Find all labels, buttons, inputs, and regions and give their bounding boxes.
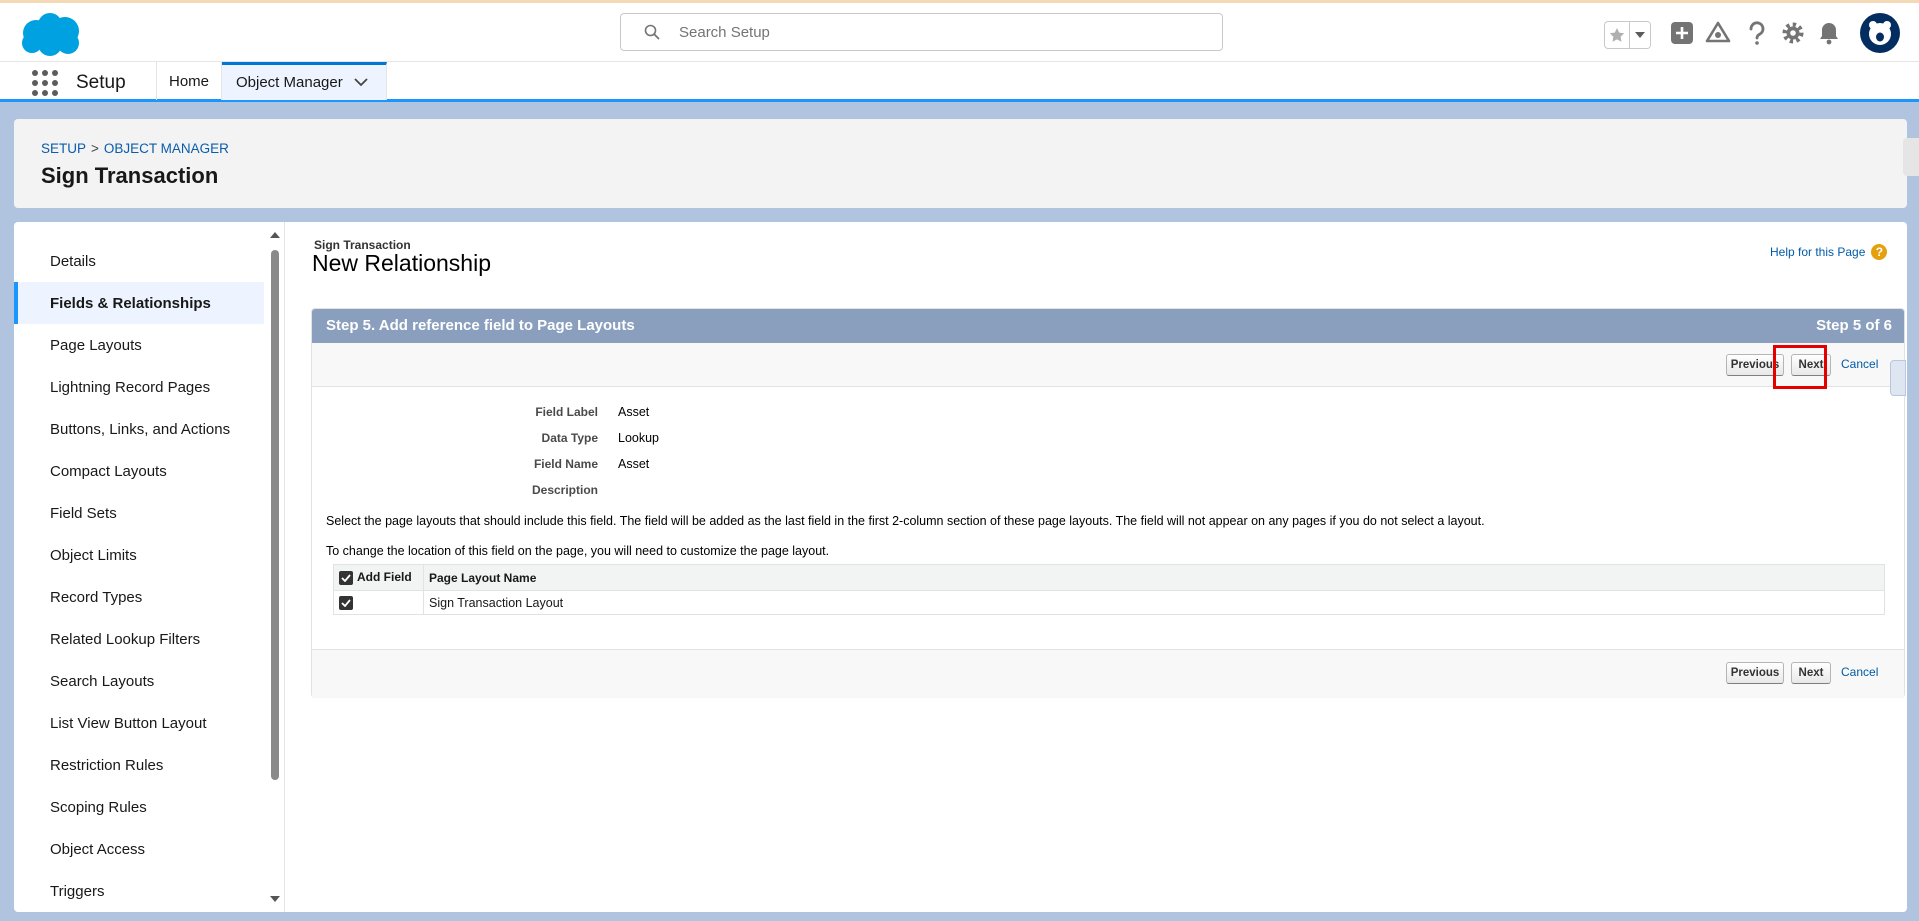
sidebar-item-record-types[interactable]: Record Types [14, 576, 264, 618]
field-row-data-type: Data Type Lookup [312, 431, 1212, 451]
notifications-bell-icon[interactable] [1815, 19, 1843, 47]
page-layout-name-cell: Sign Transaction Layout [429, 595, 564, 610]
sidebar-item-search-layouts[interactable]: Search Layouts [14, 660, 264, 702]
breadcrumb-separator: > [91, 141, 99, 156]
field-row-label: Field Label Asset [312, 405, 1212, 425]
trailhead-guidance-icon[interactable] [1704, 19, 1732, 47]
wizard-content: Sign Transaction New Relationship Help f… [298, 222, 1907, 912]
help-question-icon: ? [1871, 244, 1888, 260]
favorites-group [1604, 21, 1651, 49]
next-button-highlight [1773, 345, 1827, 389]
field-label-label: Field Label [535, 405, 598, 419]
app-launcher-icon[interactable] [32, 70, 58, 96]
add-field-header-label: Add Field [357, 570, 412, 585]
context-bar: Setup Home Object Manager [0, 61, 1919, 102]
user-avatar-icon[interactable] [1860, 13, 1900, 53]
collapse-panel-tab[interactable] [1890, 360, 1906, 396]
page-layouts-table: Add Field Page Layout Name Sign Transact… [333, 564, 1885, 615]
breadcrumb-setup[interactable]: SETUP [41, 141, 86, 156]
breadcrumb-object-manager[interactable]: OBJECT MANAGER [104, 141, 229, 156]
app-name: Setup [76, 72, 126, 93]
wizard-title: New Relationship [312, 250, 491, 276]
sidebar-item-list-view-button-layout[interactable]: List View Button Layout [14, 702, 264, 744]
instructions-note: To change the location of this field on … [326, 544, 830, 558]
salesforce-logo[interactable] [16, 11, 84, 59]
sidebar-item-field-sets[interactable]: Field Sets [14, 492, 264, 534]
checkmark-icon [341, 599, 351, 607]
add-field-cell [333, 590, 424, 615]
cancel-link[interactable]: Cancel [1841, 357, 1878, 371]
table-row: Sign Transaction Layout [333, 590, 1885, 615]
help-for-this-page-link[interactable]: Help for this Page ? [1770, 244, 1888, 260]
checkmark-icon [341, 574, 351, 582]
page-header: SETUP > OBJECT MANAGER Sign Transaction [14, 119, 1907, 208]
page-title: Sign Transaction [41, 163, 219, 188]
divider [284, 222, 285, 912]
sidebar-scrollbar[interactable] [268, 230, 282, 910]
main-card: Details Fields & Relationships Page Layo… [14, 222, 1907, 912]
step-count: Step 5 of 6 [1816, 317, 1892, 334]
sidebar-item-restriction-rules[interactable]: Restriction Rules [14, 744, 264, 786]
top-button-bar: Previous Next Cancel [312, 343, 1904, 387]
tab-object-manager-label: Object Manager [236, 74, 343, 91]
search-icon [644, 24, 660, 40]
add-field-header: Add Field [333, 564, 424, 591]
sidebar-item-buttons-links-actions[interactable]: Buttons, Links, and Actions [14, 408, 264, 450]
sidebar-item-object-access[interactable]: Object Access [14, 828, 264, 870]
sidebar-item-page-layouts[interactable]: Page Layouts [14, 324, 264, 366]
field-row-description: Description [312, 483, 1212, 503]
sidebar-item-fields-relationships[interactable]: Fields & Relationships [14, 282, 264, 324]
sidebar-item-details[interactable]: Details [14, 240, 264, 282]
chevron-down-icon[interactable] [354, 77, 368, 87]
scroll-up-icon[interactable] [269, 230, 281, 240]
data-type-label: Data Type [541, 431, 598, 445]
field-name-value: Asset [618, 457, 650, 471]
sidebar-item-lightning-record-pages[interactable]: Lightning Record Pages [14, 366, 264, 408]
global-header [0, 0, 1919, 61]
field-label-value: Asset [618, 405, 650, 419]
cancel-link-bottom[interactable]: Cancel [1841, 665, 1878, 679]
global-actions-icon[interactable] [1668, 19, 1696, 47]
scrollbar-thumb[interactable] [271, 250, 279, 780]
setup-gear-icon[interactable] [1779, 19, 1807, 47]
bottom-button-bar: Previous Next Cancel [312, 649, 1904, 698]
search-input[interactable] [679, 14, 1209, 50]
previous-button-bottom[interactable]: Previous [1726, 662, 1784, 684]
favorites-star-icon[interactable] [1605, 22, 1631, 48]
step-panel: Step 5. Add reference field to Page Layo… [311, 308, 1905, 698]
sidebar-item-compact-layouts[interactable]: Compact Layouts [14, 450, 264, 492]
sidebar-item-scoping-rules[interactable]: Scoping Rules [14, 786, 264, 828]
page-layout-name-header: Page Layout Name [423, 564, 1885, 591]
help-icon[interactable] [1743, 19, 1771, 47]
field-name-label: Field Name [533, 457, 598, 471]
data-type-value: Lookup [618, 431, 660, 445]
select-all-checkbox[interactable] [339, 570, 353, 585]
sidebar-item-object-limits[interactable]: Object Limits [14, 534, 264, 576]
field-row-field-name: Field Name Asset [312, 457, 1212, 477]
breadcrumb: SETUP > OBJECT MANAGER [41, 141, 229, 156]
help-link-label: Help for this Page [1770, 245, 1866, 259]
table-header-row: Add Field Page Layout Name [333, 564, 1885, 591]
scroll-down-icon[interactable] [269, 894, 281, 904]
sidebar-item-triggers[interactable]: Triggers [14, 870, 264, 912]
sidebar-item-related-lookup-filters[interactable]: Related Lookup Filters [14, 618, 264, 660]
object-sidebar: Details Fields & Relationships Page Layo… [14, 222, 264, 912]
side-panel-toggle[interactable] [1903, 138, 1919, 176]
search-box[interactable] [620, 13, 1223, 51]
step-title: Step 5. Add reference field to Page Layo… [326, 317, 635, 334]
favorites-dropdown-icon[interactable] [1630, 22, 1650, 48]
next-button-bottom[interactable]: Next [1791, 662, 1831, 684]
instructions-text: Select the page layouts that should incl… [326, 514, 1485, 528]
tab-home[interactable]: Home [156, 62, 222, 100]
add-field-checkbox[interactable] [339, 595, 353, 610]
description-label: Description [531, 483, 598, 497]
tab-object-manager[interactable]: Object Manager [222, 62, 387, 100]
step-header: Step 5. Add reference field to Page Layo… [312, 309, 1904, 343]
